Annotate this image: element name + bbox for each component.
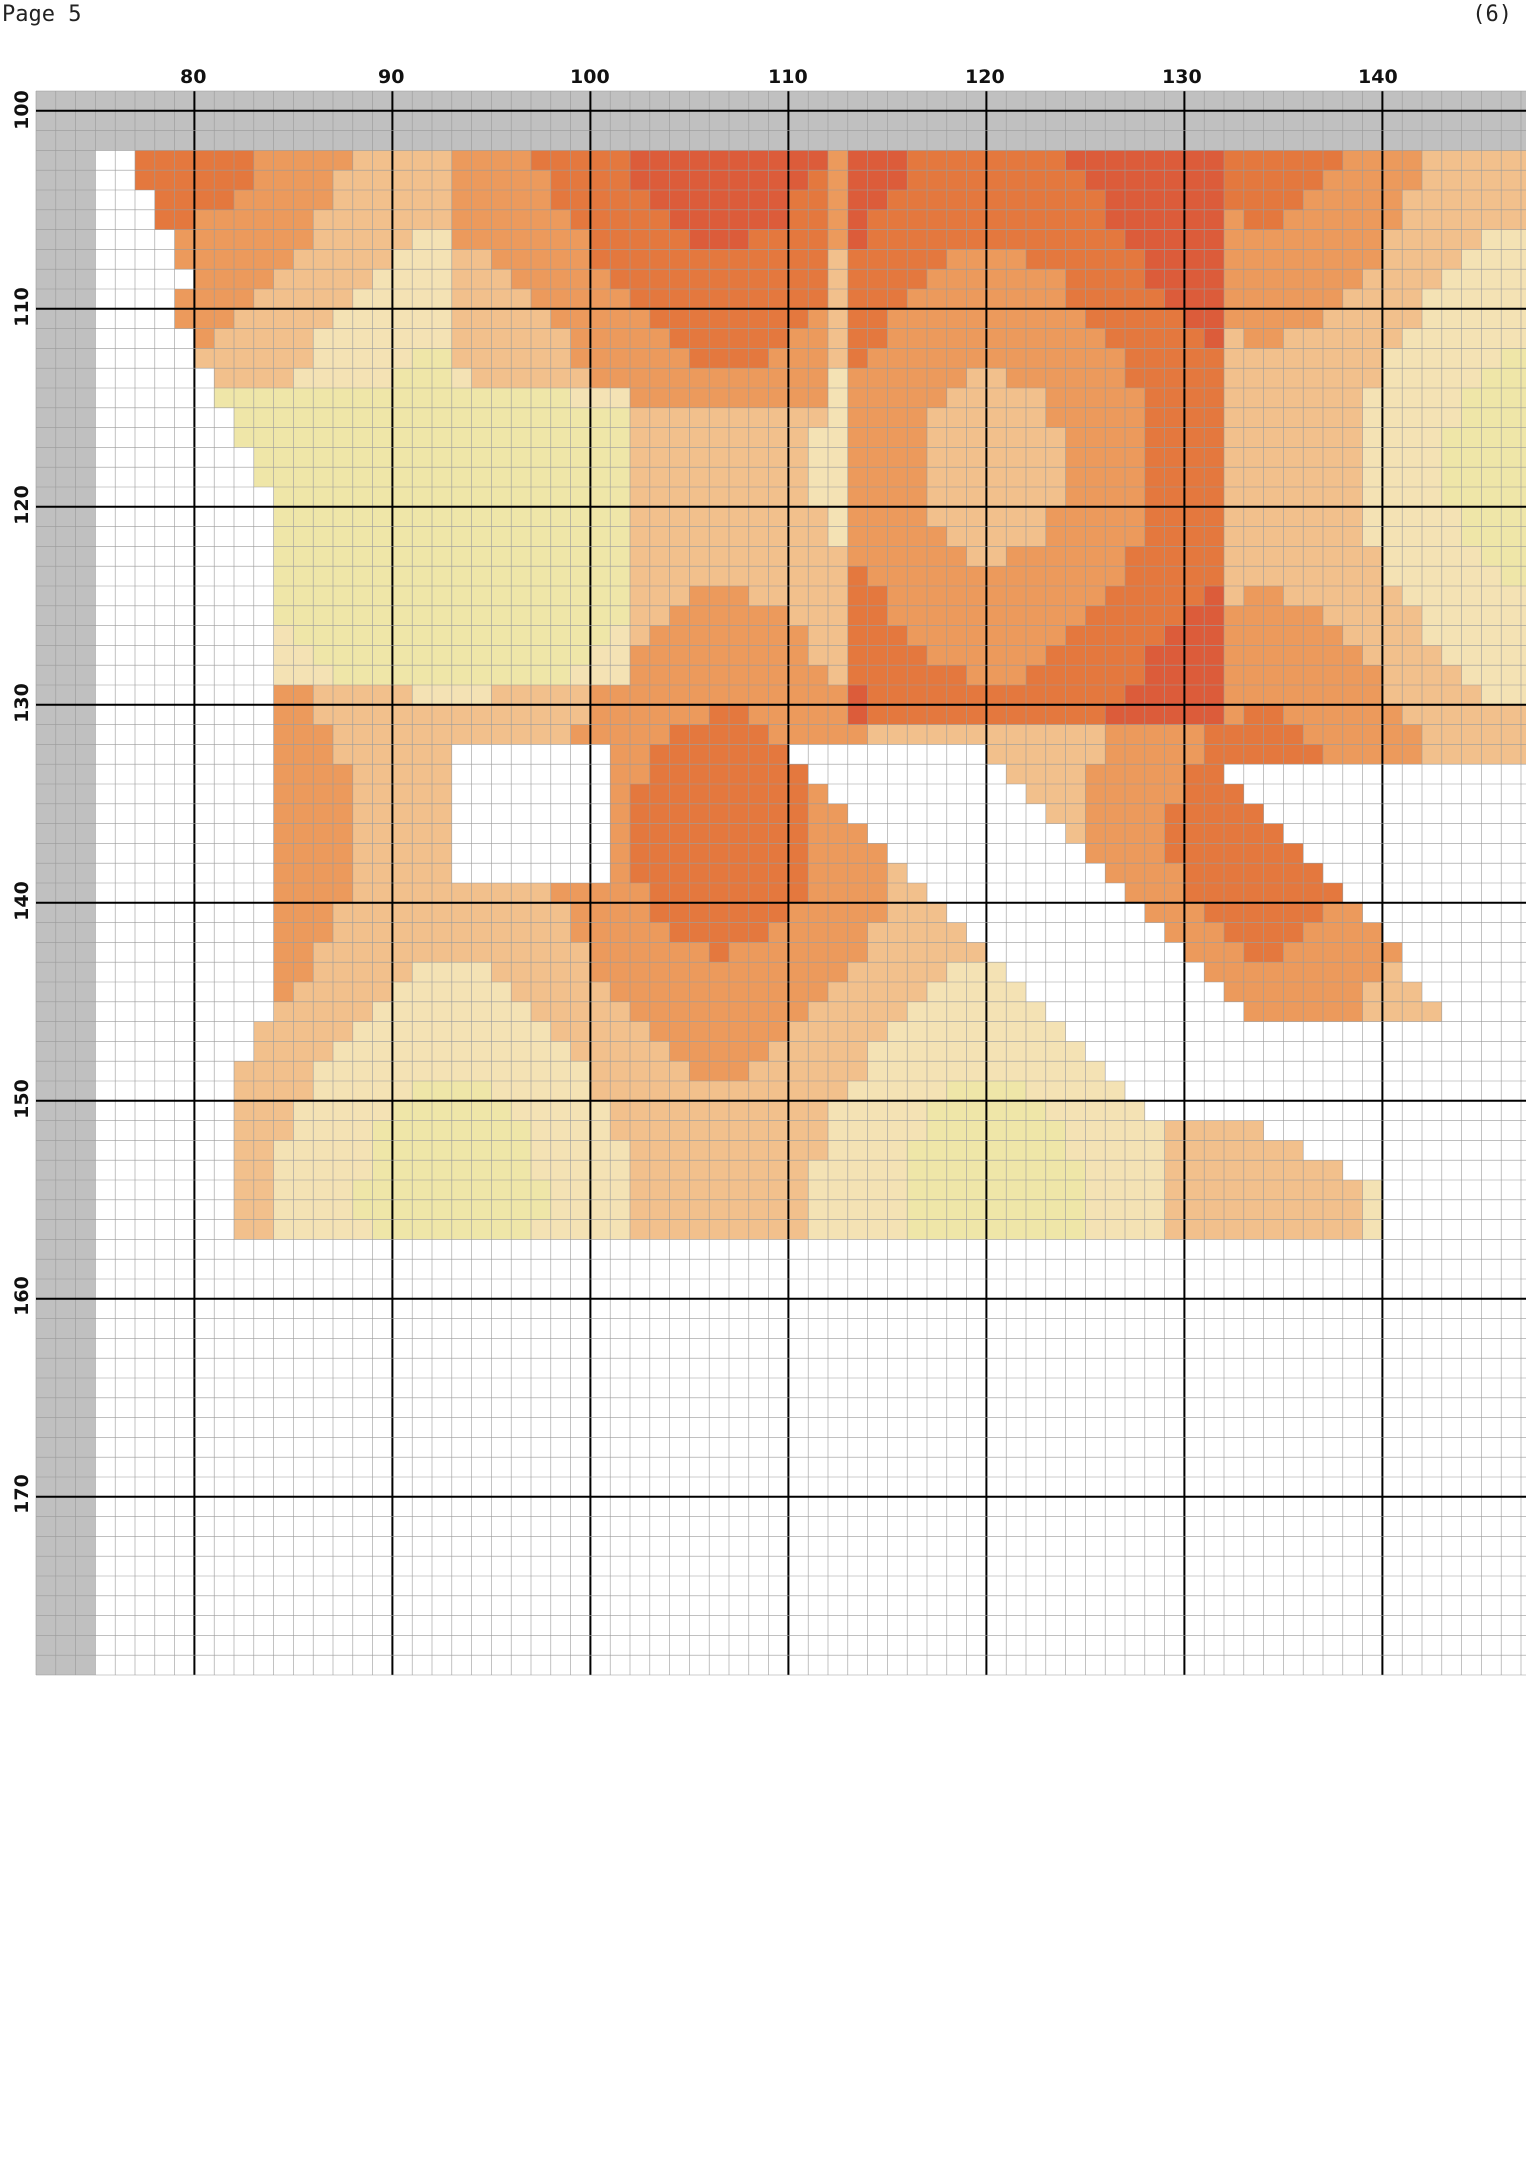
row-label-170: 170	[11, 1474, 33, 1514]
row-label-100: 100	[11, 90, 33, 130]
column-label-80: 80	[180, 66, 207, 88]
row-label-140: 140	[11, 881, 33, 921]
column-label-130: 130	[1162, 66, 1202, 88]
row-label-130: 130	[11, 683, 33, 723]
column-label-140: 140	[1358, 66, 1398, 88]
cross-stitch-chart	[35, 90, 1526, 1676]
row-label-160: 160	[11, 1276, 33, 1316]
column-label-120: 120	[965, 66, 1005, 88]
chart-grid	[35, 90, 1526, 1676]
column-label-110: 110	[768, 66, 808, 88]
row-label-110: 110	[11, 287, 33, 327]
row-label-150: 150	[11, 1079, 33, 1119]
column-label-90: 90	[378, 66, 405, 88]
row-label-120: 120	[11, 485, 33, 525]
overlap-strip-top	[36, 91, 1526, 151]
column-label-100: 100	[570, 66, 610, 88]
